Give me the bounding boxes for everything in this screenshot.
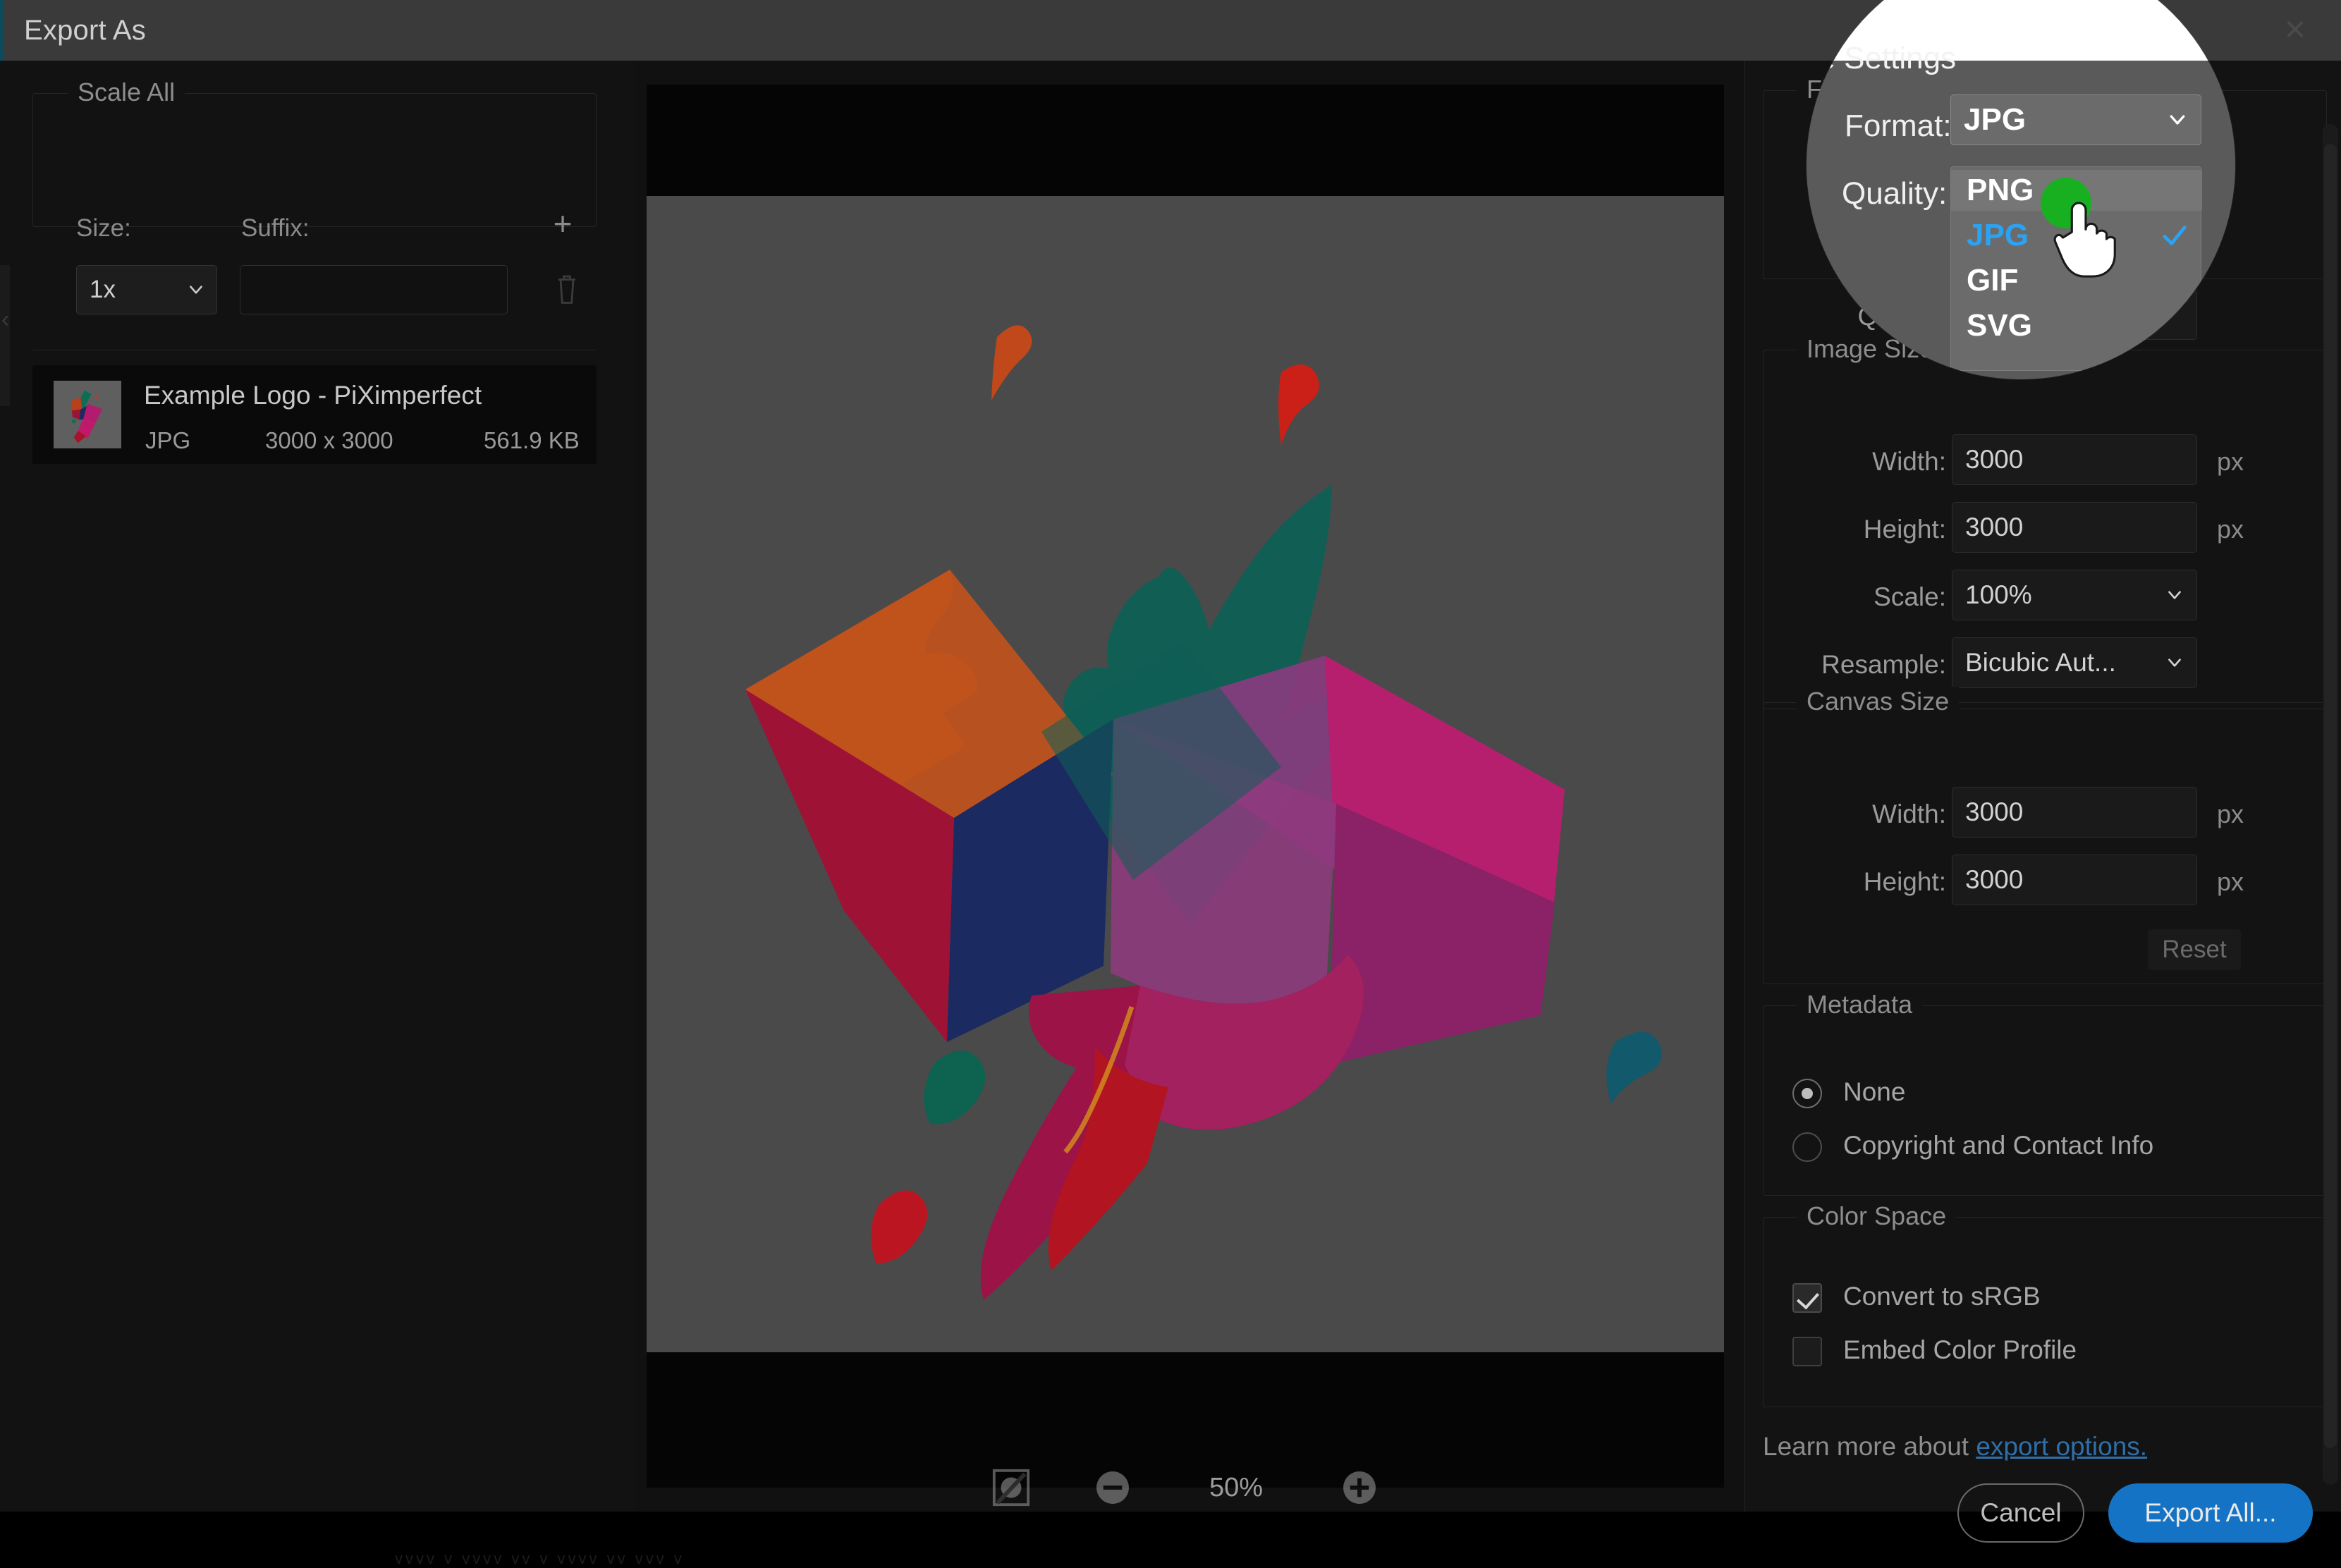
magnified-image-size-label: Image Size bbox=[1807, 360, 1940, 379]
magnifier-overlay: File Settings Format: JPG Quality: PNG J… bbox=[1807, 0, 2235, 379]
scale-all-label: Scale All bbox=[68, 78, 185, 107]
metadata-label: Metadata bbox=[1797, 990, 1922, 1019]
file-type: JPG bbox=[145, 427, 190, 454]
file-dimensions: 3000 x 3000 bbox=[265, 427, 393, 454]
metadata-copyright-radio[interactable] bbox=[1792, 1132, 1822, 1162]
chevron-down-icon bbox=[187, 281, 205, 299]
logo-artwork bbox=[647, 196, 1724, 1352]
export-all-button[interactable]: Export All... bbox=[2108, 1483, 2313, 1543]
window-title: Export As bbox=[24, 15, 146, 47]
format-option-gif-label: GIF bbox=[1951, 263, 2018, 298]
chevron-down-icon bbox=[2167, 109, 2188, 130]
resample-label: Resample: bbox=[1749, 650, 1946, 680]
image-height-value: 3000 bbox=[1952, 513, 2023, 542]
scale-select[interactable]: 100% bbox=[1952, 570, 2197, 620]
canvas-width-value: 3000 bbox=[1952, 797, 2023, 827]
right-panel-scrollbar-thumb[interactable] bbox=[2324, 144, 2337, 1448]
file-name: Example Logo - PiXimperfect bbox=[144, 381, 482, 410]
canvas-width-unit: px bbox=[2217, 800, 2244, 829]
canvas-width-input[interactable]: 3000 bbox=[1952, 787, 2197, 838]
trash-icon[interactable] bbox=[554, 272, 580, 306]
format-option-svg-label: SVG bbox=[1951, 308, 2032, 343]
embed-profile-label: Embed Color Profile bbox=[1843, 1335, 2077, 1365]
scale-value: 100% bbox=[1952, 580, 2032, 610]
metadata-none-radio[interactable] bbox=[1792, 1079, 1822, 1108]
metadata-copyright-label: Copyright and Contact Info bbox=[1843, 1131, 2153, 1160]
color-space-label: Color Space bbox=[1797, 1201, 1956, 1231]
scale-label: Scale: bbox=[1777, 582, 1946, 612]
embed-profile-checkbox[interactable] bbox=[1792, 1337, 1822, 1366]
color-space-group bbox=[1763, 1217, 2327, 1407]
preview-panel: 50% bbox=[647, 85, 1724, 1488]
learn-more-row: Learn more about export options. bbox=[1763, 1432, 2147, 1462]
magnified-file-settings-label: File Settings bbox=[1807, 41, 1956, 76]
size-select-value: 1x bbox=[77, 276, 116, 304]
faint-footer-text: vvvv v vvvv vv v vvvv vv vvv v bbox=[395, 1550, 685, 1568]
zoom-level: 50% bbox=[1194, 1473, 1278, 1503]
zoom-in-icon[interactable] bbox=[1339, 1467, 1380, 1508]
resample-value: Bicubic Aut... bbox=[1952, 648, 2116, 678]
magnified-format-select[interactable]: JPG bbox=[1950, 94, 2201, 145]
magnified-format-value: JPG bbox=[1951, 102, 2026, 137]
check-icon bbox=[2163, 225, 2187, 246]
scale-all-group bbox=[32, 93, 597, 227]
chevron-down-icon bbox=[2165, 654, 2184, 672]
image-width-label: Width: bbox=[1777, 447, 1946, 477]
convert-srgb-label: Convert to sRGB bbox=[1843, 1282, 2041, 1311]
image-width-input[interactable]: 3000 bbox=[1952, 434, 2197, 485]
export-as-dialog: Export As ✕ ‹ Scale All Size: Suffix: + … bbox=[0, 0, 2341, 1512]
image-width-value: 3000 bbox=[1952, 445, 2023, 474]
zoom-toolbar: 50% bbox=[647, 1445, 1724, 1530]
file-size: 561.9 KB bbox=[484, 427, 580, 454]
left-panel: ‹ Scale All Size: Suffix: + 1x bbox=[0, 61, 635, 1512]
image-height-unit: px bbox=[2217, 515, 2244, 544]
canvas-width-label: Width: bbox=[1777, 800, 1946, 829]
plus-icon[interactable]: + bbox=[549, 210, 577, 238]
zoom-out-icon[interactable] bbox=[1092, 1467, 1133, 1508]
suffix-label: Suffix: bbox=[241, 214, 310, 243]
logo-thumbnail bbox=[54, 381, 121, 448]
canvas-height-input[interactable]: 3000 bbox=[1952, 855, 2197, 905]
transparency-toggle-icon[interactable] bbox=[991, 1467, 1032, 1508]
chevron-down-icon bbox=[2165, 586, 2184, 604]
cancel-button[interactable]: Cancel bbox=[1957, 1483, 2084, 1543]
suffix-input[interactable] bbox=[240, 265, 508, 314]
reset-button[interactable]: Reset bbox=[2148, 929, 2241, 970]
canvas-height-label: Height: bbox=[1777, 867, 1946, 897]
preview-canvas[interactable] bbox=[647, 196, 1724, 1352]
image-height-input[interactable]: 3000 bbox=[1952, 502, 2197, 553]
format-option-png-label: PNG bbox=[1951, 173, 2034, 208]
magnified-format-label: Format: bbox=[1845, 109, 1952, 144]
canvas-height-unit: px bbox=[2217, 867, 2244, 897]
canvas-size-label: Canvas Size bbox=[1797, 687, 1959, 716]
resample-select[interactable]: Bicubic Aut... bbox=[1952, 637, 2197, 688]
file-list-item[interactable]: Example Logo - PiXimperfect JPG 3000 x 3… bbox=[32, 365, 597, 464]
size-select[interactable]: 1x bbox=[76, 265, 217, 314]
accent-edge bbox=[0, 0, 4, 61]
pointing-hand-cursor bbox=[2052, 196, 2117, 279]
metadata-none-label: None bbox=[1843, 1077, 1905, 1107]
image-height-label: Height: bbox=[1777, 515, 1946, 544]
export-options-link[interactable]: export options. bbox=[1976, 1432, 2147, 1461]
magnified-quality-label: Quality: bbox=[1842, 176, 1947, 212]
chevron-left-icon[interactable]: ‹ bbox=[1, 306, 9, 333]
panel-collapse-handle[interactable] bbox=[0, 265, 10, 406]
panel-separator bbox=[1744, 61, 1745, 1512]
format-option-jpg-label: JPG bbox=[1951, 218, 2029, 253]
learn-more-text: Learn more about bbox=[1763, 1432, 1976, 1461]
close-icon[interactable]: ✕ bbox=[2265, 0, 2325, 61]
image-width-unit: px bbox=[2217, 447, 2244, 477]
format-option-svg[interactable]: SVG bbox=[1951, 305, 2202, 346]
canvas-size-group bbox=[1763, 702, 2327, 984]
convert-srgb-checkbox[interactable] bbox=[1792, 1283, 1822, 1313]
canvas-height-value: 3000 bbox=[1952, 865, 2023, 895]
size-label: Size: bbox=[76, 214, 131, 243]
